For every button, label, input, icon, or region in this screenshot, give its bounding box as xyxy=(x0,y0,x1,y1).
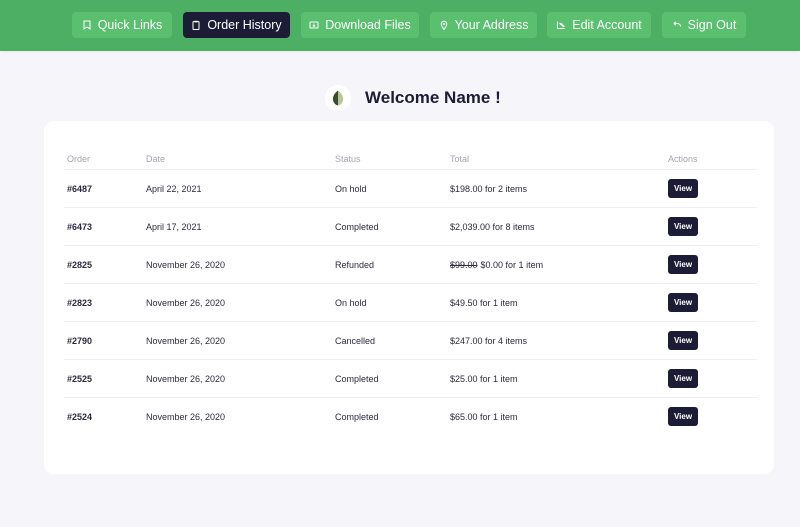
order-total: $49.50 for 1 item xyxy=(450,284,518,321)
order-total-value: $0.00 for 1 item xyxy=(480,259,544,270)
nav-label: Order History xyxy=(207,18,282,32)
order-id: #2825 xyxy=(67,259,93,270)
table-row: #2825 November 26, 2020 Refunded $99.00 $… xyxy=(64,245,757,283)
order-action: View xyxy=(668,398,698,435)
order-date: November 26, 2020 xyxy=(146,259,226,270)
order-id: #2823 xyxy=(67,297,93,308)
order-date: November 26, 2020 xyxy=(146,335,226,346)
order-action: View xyxy=(668,360,698,397)
table-row: #2525 November 26, 2020 Completed $25.00… xyxy=(64,359,757,397)
table-header: Order Date Status Total Actions xyxy=(64,149,757,169)
clipboard-icon xyxy=(192,20,200,30)
order-total-value: $247.00 for 4 items xyxy=(450,335,528,346)
nav-label: Edit Account xyxy=(572,18,642,32)
order-status: Cancelled xyxy=(335,335,376,346)
table-row: #6473 April 17, 2021 Completed $2,039.00… xyxy=(64,207,757,245)
order-history-card: Order Date Status Total Actions #6487 Ap… xyxy=(44,121,774,474)
order-total-value: $25.00 for 1 item xyxy=(450,373,518,384)
header-order: Order xyxy=(67,154,91,164)
order-total-value: $198.00 for 2 items xyxy=(450,183,528,194)
nav-sign-out-button[interactable]: Sign Out xyxy=(662,12,746,38)
order-id: #6487 xyxy=(67,183,93,194)
nav-label: Your Address xyxy=(454,18,529,32)
order-status: On hold xyxy=(335,183,367,194)
header-total: Total xyxy=(450,154,470,164)
nav-label: Download Files xyxy=(325,18,411,32)
order-status: Refunded xyxy=(335,259,375,270)
order-id: #2524 xyxy=(67,411,93,422)
order-total: $99.00 $0.00 for 1 item xyxy=(450,246,543,283)
order-action: View xyxy=(668,208,698,245)
order-date: November 26, 2020 xyxy=(146,297,226,308)
map-pin-icon xyxy=(440,20,447,30)
order-action: View xyxy=(668,284,698,321)
order-action: View xyxy=(668,322,698,359)
table-row: #6487 April 22, 2021 On hold $198.00 for… xyxy=(64,169,757,207)
order-total: $2,039.00 for 8 items xyxy=(450,208,535,245)
view-order-button[interactable]: View xyxy=(668,179,698,198)
order-id: #2790 xyxy=(67,335,93,346)
order-status: Completed xyxy=(335,411,379,422)
header-status: Status xyxy=(335,154,361,164)
table-row: #2790 November 26, 2020 Cancelled $247.0… xyxy=(64,321,757,359)
view-order-button[interactable]: View xyxy=(668,407,698,426)
nav-download-files-button[interactable]: Download Files xyxy=(301,12,419,38)
order-total-value: $65.00 for 1 item xyxy=(450,411,518,422)
nav-quick-links-button[interactable]: Quick Links xyxy=(72,12,172,38)
order-status: On hold xyxy=(335,297,367,308)
order-total: $65.00 for 1 item xyxy=(450,398,518,435)
order-date: November 26, 2020 xyxy=(146,411,226,422)
nav-order-history-button[interactable]: Order History xyxy=(183,12,290,38)
order-id: #6473 xyxy=(67,221,93,232)
welcome-header: Welcome Name ! xyxy=(325,83,501,113)
nav-label: Sign Out xyxy=(687,18,737,32)
order-date: April 22, 2021 xyxy=(146,183,202,194)
table-row: #2524 November 26, 2020 Completed $65.00… xyxy=(64,397,757,435)
order-id: #2525 xyxy=(67,373,93,384)
order-total-value: $2,039.00 for 8 items xyxy=(450,221,535,232)
order-date: April 17, 2021 xyxy=(146,221,202,232)
order-total: $198.00 for 2 items xyxy=(450,170,527,207)
order-old-total: $99.00 xyxy=(450,259,478,270)
header-actions: Actions xyxy=(668,154,698,164)
order-total-value: $49.50 for 1 item xyxy=(450,297,518,308)
table-row: #2823 November 26, 2020 On hold $49.50 f… xyxy=(64,283,757,321)
edit-icon xyxy=(557,21,566,29)
header-date: Date xyxy=(146,154,166,164)
leaf-icon xyxy=(332,90,344,106)
download-icon xyxy=(309,21,319,29)
nav-your-address-button[interactable]: Your Address xyxy=(430,12,537,38)
order-action: View xyxy=(668,170,698,207)
order-status: Completed xyxy=(335,373,379,384)
view-order-button[interactable]: View xyxy=(668,293,698,312)
order-action: View xyxy=(668,246,698,283)
arrow-left-icon xyxy=(672,21,681,27)
order-total: $25.00 for 1 item xyxy=(450,360,518,397)
nav-label: Quick Links xyxy=(97,18,163,32)
view-order-button[interactable]: View xyxy=(668,217,698,236)
top-navigation: Quick Links Order History Download Files… xyxy=(0,0,800,51)
order-status: Completed xyxy=(335,221,379,232)
leaf-logo xyxy=(325,85,351,111)
bookmark-icon xyxy=(83,20,91,30)
order-total: $247.00 for 4 items xyxy=(450,322,527,359)
nav-edit-account-button[interactable]: Edit Account xyxy=(547,12,651,38)
view-order-button[interactable]: View xyxy=(668,369,698,388)
view-order-button[interactable]: View xyxy=(668,331,698,350)
order-date: November 26, 2020 xyxy=(146,373,226,384)
view-order-button[interactable]: View xyxy=(668,255,698,274)
welcome-title: Welcome Name ! xyxy=(365,88,501,107)
